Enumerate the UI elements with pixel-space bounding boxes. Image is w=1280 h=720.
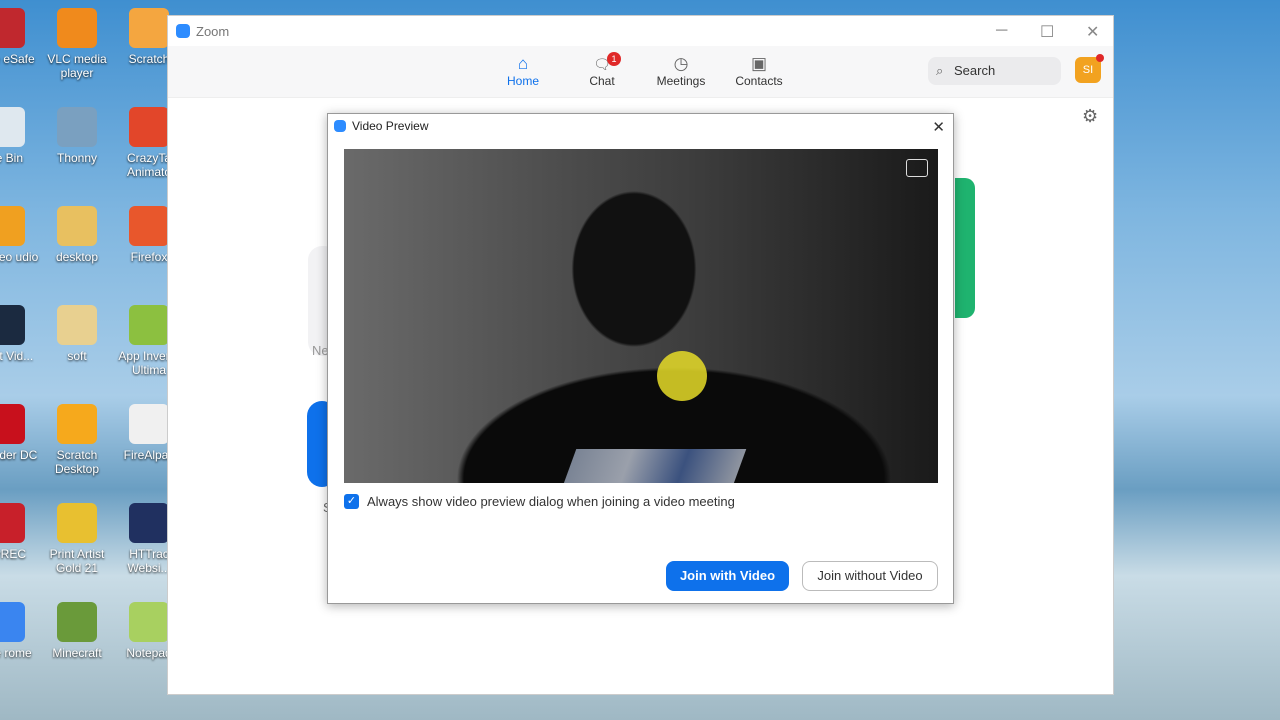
- desktop-icon-label: VLC media player: [47, 52, 107, 80]
- tab-home[interactable]: ⌂ Home: [488, 54, 558, 88]
- checkmark-icon: ✓: [344, 494, 359, 509]
- clock-icon: ◷: [673, 54, 689, 73]
- window-title: Zoom: [196, 23, 230, 39]
- app-icon: [129, 8, 169, 48]
- join-with-video-button[interactable]: Join with Video: [666, 561, 789, 591]
- join-without-video-button[interactable]: Join without Video: [802, 561, 938, 591]
- tab-meetings[interactable]: ◷ Meetings: [646, 54, 716, 88]
- search-icon: ⌕: [936, 63, 944, 78]
- cursor-highlight: [657, 351, 707, 401]
- desktop-icon-label: verREC: [0, 547, 26, 561]
- avatar[interactable]: SI: [1075, 54, 1104, 83]
- desktop-icon[interactable]: verREC: [0, 503, 40, 561]
- desktop-icon[interactable]: Thonny: [42, 107, 112, 165]
- background-tile: [955, 178, 975, 318]
- zoom-logo-icon: [334, 120, 346, 132]
- search-input[interactable]: ⌕ Search: [928, 57, 1061, 85]
- desktop-icon[interactable]: soft: [42, 305, 112, 363]
- desktop-icon-label: esoft Vid...: [0, 349, 34, 363]
- tab-chat[interactable]: 🗨 1 Chat: [567, 52, 637, 88]
- app-icon: [57, 8, 97, 48]
- video-preview-dialog: Video Preview ✕ ✓ Always show video prev…: [327, 113, 954, 604]
- dialog-title-bar: Video Preview: [328, 114, 953, 138]
- desktop-icon-label: Scratch Desktop: [54, 448, 100, 476]
- dialog-title: Video Preview: [352, 119, 429, 133]
- desktop-icon-label: soft: [67, 349, 87, 363]
- app-icon: [0, 305, 25, 345]
- tab-label: Home: [506, 74, 539, 88]
- close-button[interactable]: ✕: [1086, 22, 1099, 42]
- title-bar: Zoom: [168, 16, 1113, 46]
- settings-gear-icon[interactable]: ⚙: [1082, 106, 1098, 127]
- contacts-icon: ▣: [750, 54, 768, 73]
- app-icon: [129, 503, 169, 543]
- tab-label: Contacts: [735, 74, 783, 88]
- maximize-button[interactable]: ☐: [1040, 22, 1054, 42]
- desktop-icon-label: cle Bin: [0, 151, 24, 165]
- app-icon: [57, 107, 97, 147]
- top-nav: ⌂ Home 🗨 1 Chat ◷ Meetings ▣ Contacts ⌕ Search…: [168, 46, 1113, 98]
- app-icon: [57, 404, 97, 444]
- app-icon: [57, 305, 97, 345]
- desktop-icon-label: desktop: [55, 250, 99, 264]
- desktop-icon[interactable]: obat der DC: [0, 404, 40, 462]
- desktop-icon[interactable]: Afee eSafe: [0, 8, 40, 66]
- desktop-icon-label: obat der DC: [0, 448, 38, 462]
- video-preview: [344, 149, 938, 483]
- app-icon: [0, 503, 25, 543]
- desktop-icon[interactable]: Print Artist Gold 21: [42, 503, 112, 575]
- desktop-icon-label: Thonny: [56, 151, 98, 165]
- desktop-icon[interactable]: cle Bin: [0, 107, 40, 165]
- always-show-preview-checkbox[interactable]: ✓ Always show video preview dialog when …: [344, 494, 735, 509]
- home-icon: ⌂: [517, 54, 529, 73]
- desktop-icon-label: Minecraft: [52, 646, 102, 660]
- desktop-icon[interactable]: 7 Video udio: [0, 206, 40, 264]
- desktop-icon-label: ogle rome: [0, 646, 32, 660]
- desktop-icon-label: Print Artist Gold 21: [49, 547, 105, 575]
- desktop-icon-label: Afee eSafe: [0, 52, 35, 66]
- minimize-button[interactable]: ─: [996, 22, 1007, 40]
- app-icon: [0, 206, 25, 246]
- desktop-icon-label: 7 Video udio: [0, 250, 39, 264]
- app-icon: [0, 404, 25, 444]
- tab-label: Chat: [589, 74, 615, 88]
- search-placeholder: Search: [954, 63, 996, 78]
- zoom-logo-icon: [176, 24, 190, 38]
- chat-icon: 🗨: [593, 56, 611, 72]
- app-icon: [57, 206, 97, 246]
- tab-label: Meetings: [656, 74, 706, 88]
- virtual-background-icon[interactable]: [906, 159, 928, 177]
- app-icon: [129, 206, 169, 246]
- app-icon: [129, 404, 169, 444]
- app-icon: [0, 107, 25, 147]
- app-icon: [57, 602, 97, 642]
- app-icon: [129, 107, 169, 147]
- app-icon: [0, 602, 25, 642]
- dialog-close-button[interactable]: ✕: [932, 118, 945, 136]
- chat-badge: 1: [607, 52, 621, 66]
- app-icon: [57, 503, 97, 543]
- desktop-icon[interactable]: desktop: [42, 206, 112, 264]
- desktop-icon[interactable]: Scratch Desktop: [42, 404, 112, 476]
- checkbox-label: Always show video preview dialog when jo…: [367, 494, 735, 509]
- app-icon: [129, 305, 169, 345]
- desktop-icon[interactable]: ogle rome: [0, 602, 40, 660]
- desktop-icon[interactable]: esoft Vid...: [0, 305, 40, 363]
- app-icon: [0, 8, 25, 48]
- desktop-icon[interactable]: Minecraft: [42, 602, 112, 660]
- app-icon: [129, 602, 169, 642]
- tab-contacts[interactable]: ▣ Contacts: [724, 54, 794, 88]
- shirt-logo: [561, 449, 747, 483]
- desktop-icon[interactable]: VLC media player: [42, 8, 112, 80]
